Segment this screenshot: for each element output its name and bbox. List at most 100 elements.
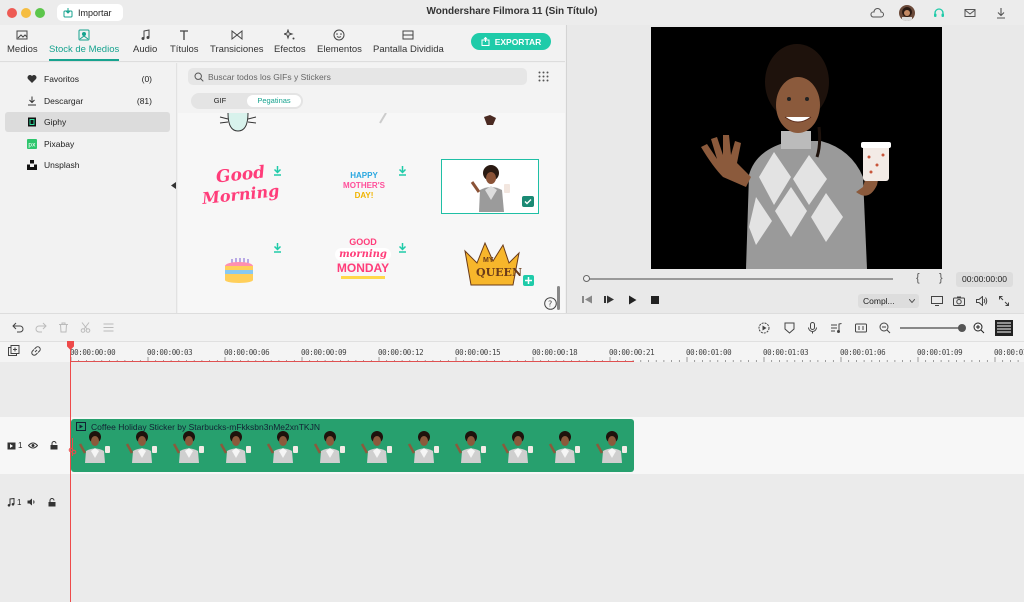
playback-progress-track[interactable] [585,278,893,280]
mark-in-button[interactable]: { [916,272,920,284]
subtitle-icon[interactable] [855,322,867,334]
tab-transiciones[interactable]: Transiciones [210,29,264,61]
sticker-text: MONDAY [336,261,390,275]
add-track-icon[interactable] [8,345,20,357]
download-sticker-icon[interactable] [273,243,282,253]
lock-icon[interactable] [50,441,58,450]
adjust-lines-icon[interactable] [103,322,114,333]
segment-stickers[interactable]: Pegatinas [247,95,301,107]
audio-track-number: 1 [17,497,22,507]
sticker-underline [341,276,385,279]
clip-thumbnail [125,431,157,463]
previous-frame-icon[interactable] [582,295,593,304]
snapshot-camera-icon[interactable] [953,296,965,306]
export-button[interactable]: EXPORTAR [471,33,551,50]
zoom-out-icon[interactable] [879,322,891,334]
quality-select[interactable]: Compl... [858,294,919,308]
sidebar-item-unsplash[interactable]: Unsplash [5,155,170,175]
help-icon[interactable]: ? [544,297,557,310]
ruler-time-label: 00:00:00:03 [147,348,193,357]
tab-label: Efectos [274,44,306,55]
undo-icon[interactable] [12,322,24,333]
delete-icon[interactable] [58,322,69,333]
video-clip[interactable]: Coffee Holiday Sticker by Starbucks-mFkk… [71,419,634,472]
segment-gif[interactable]: GIF [193,95,247,107]
tab-efectos[interactable]: Efectos [274,29,306,61]
sticker-coffee-holiday-selected[interactable] [441,159,539,214]
tab-pantalla-dividida[interactable]: Pantalla Dividida [373,29,444,61]
fullscreen-icon[interactable] [999,296,1009,306]
sidebar-item-label: Pixabay [44,139,75,149]
tab-titulos[interactable]: Títulos [170,29,199,61]
audio-mixer-icon[interactable] [830,322,842,334]
redo-icon[interactable] [35,322,47,333]
sticker-mothers-day[interactable]: HAPPY MOTHER'S DAY! [340,171,388,207]
speaker-icon[interactable] [27,498,36,506]
sidebar-item-favoritos[interactable]: Favoritos (0) [5,69,170,89]
giphy-icon [27,117,37,127]
sticker-face-mask[interactable] [218,113,258,133]
cloud-icon[interactable] [870,6,884,20]
title-bar: Importar Wondershare Filmora 11 (Sin Tít… [0,0,1024,25]
clip-thumbnail [266,431,298,463]
render-preview-icon[interactable] [758,322,770,334]
shield-marker-icon[interactable] [784,322,795,334]
grid-view-icon[interactable] [538,71,549,82]
search-field[interactable]: Buscar todos los GIFs y Stickers [188,68,527,85]
tab-stock-de-medios[interactable]: Stock de Medios [49,29,120,61]
download-sticker-icon[interactable] [398,166,407,176]
tab-audio[interactable]: Audio [133,29,157,61]
download-sticker-icon[interactable] [273,166,282,176]
download-sticker-icon[interactable] [398,243,407,253]
sticker-text: QUEEN [476,266,522,279]
mark-out-button[interactable]: } [939,272,943,284]
download-icon[interactable] [994,6,1008,20]
tab-label: Elementos [317,44,362,55]
sticker-birthday-cake[interactable] [223,255,255,285]
sticker-line[interactable] [378,113,390,125]
media-sidebar: Favoritos (0) Descargar (81) Giphy px Pi… [0,63,177,313]
collapse-sidebar-button[interactable] [171,182,176,189]
avatar[interactable] [899,5,915,21]
play-icon[interactable] [628,295,637,305]
timeline-toolbar [0,313,1024,341]
clip-thumbnail [219,431,251,463]
tab-medios[interactable]: Medios [7,29,38,61]
tab-elementos[interactable]: Elementos [317,29,362,61]
stop-icon[interactable] [651,296,659,304]
clip-cut-scissors-icon[interactable] [68,438,77,456]
link-icon[interactable] [30,345,42,357]
cut-scissors-icon[interactable] [80,322,91,333]
sticker-good-morning[interactable]: Good Morning [200,162,280,215]
video-preview[interactable] [651,27,942,269]
timeline-settings-icon[interactable] [995,320,1013,336]
selected-check-icon [522,196,534,207]
sticker-scrollbar[interactable] [557,286,560,310]
export-icon [481,37,490,46]
sticker-small-figure[interactable] [481,113,499,127]
monitor-icon[interactable] [931,296,943,306]
mail-icon[interactable] [963,6,977,20]
timeline-zoom-knob[interactable] [958,324,966,332]
eye-icon[interactable] [28,442,39,449]
playback-progress-knob[interactable] [583,275,590,282]
timeline-ruler[interactable]: 00:00:00:00 00:00:00:03 00:00:00:06 00:00:0… [0,341,1024,363]
volume-icon[interactable] [976,296,988,306]
sidebar-item-giphy[interactable]: Giphy [5,112,170,132]
add-sticker-button[interactable] [523,275,534,286]
svg-text:px: px [28,142,36,149]
ruler-time-label: 00:00:00:15 [455,348,501,357]
microphone-icon[interactable] [807,322,818,334]
sticker-text: HAPPY [350,171,378,180]
playhead[interactable] [70,341,71,602]
lock-icon[interactable] [48,497,56,507]
sidebar-item-count: (81) [136,96,152,106]
sidebar-item-descargar[interactable]: Descargar (81) [5,91,170,111]
sidebar-item-pixabay[interactable]: px Pixabay [5,134,170,154]
sticker-good-morning-monday[interactable]: GOOD morning MONDAY [332,237,394,293]
headset-icon[interactable] [932,6,946,20]
play-back-icon[interactable] [604,295,615,304]
zoom-in-icon[interactable] [973,322,985,334]
timeline-zoom-slider[interactable] [900,327,962,329]
sticker-my-queen[interactable]: MY QUEEN [463,241,522,289]
